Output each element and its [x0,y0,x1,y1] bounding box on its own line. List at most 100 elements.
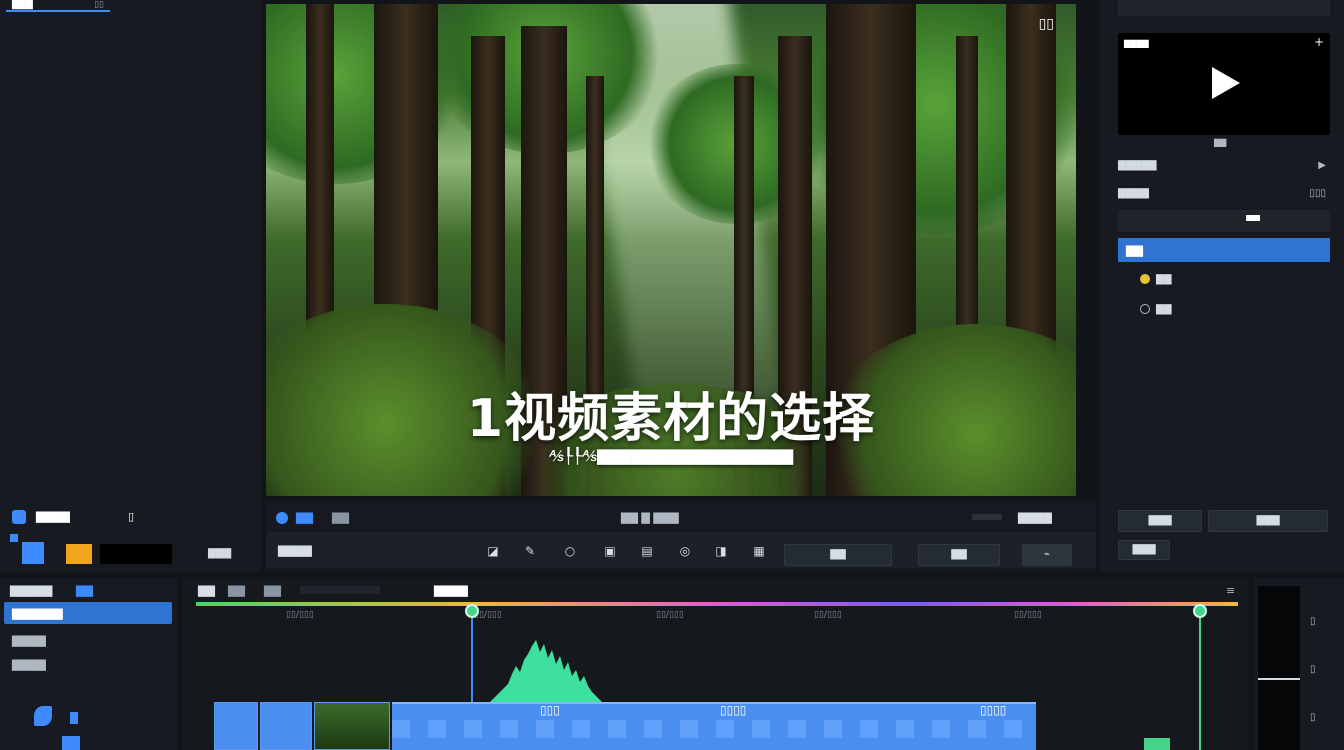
play-icon[interactable] [1212,67,1240,99]
timeline-title: ▇▇▇▇ [434,584,468,597]
track-list-header: ▇▇▇▇▇ [10,584,53,597]
blue-tile-icon[interactable] [22,542,44,564]
filter-icon[interactable]: ◎ [678,544,692,558]
footer-extra: ▇▇▇ [208,548,232,559]
ratio-label[interactable]: ▇▇▇▇ [1018,511,1052,524]
player-icon [276,512,288,524]
track-list-tab[interactable]: ▇▇ [76,584,93,597]
media-library-panel [0,0,262,572]
clock-icon [1140,304,1150,314]
slider-thumb[interactable] [1246,215,1260,221]
preview-title: 1视频素材的选择 [466,389,876,449]
blue-square-icon [10,534,18,542]
image-icon[interactable]: ▣ [603,544,617,558]
timeline-clip[interactable] [214,702,258,750]
playhead-handle[interactable] [465,604,479,618]
search-box[interactable] [1118,0,1330,16]
chapter-color-bar [196,602,1238,606]
track-tab-3[interactable]: ▇▇ [264,584,281,597]
forest-clip-thumbnail[interactable] [314,702,390,750]
clip-label: ▯▯▯▯ [720,703,747,717]
row2-value: ▯▯▯ [1309,188,1326,199]
library-footer: ▇▇▇▇ ▯ ▇▇▇ [8,508,258,568]
track-item-3[interactable]: ▇▇▇▇ [12,658,46,671]
marker-handle[interactable] [1193,604,1207,618]
clip-label: ▯▯▯▯ [980,703,1007,717]
timecode-label: ▇▇ ▇ ▇▇▇ [621,511,679,524]
clip-thumbnails [392,720,1036,738]
more-button[interactable]: ⌁ [1022,544,1072,566]
green-clip[interactable] [1144,738,1170,750]
blue-bar-icon [70,712,78,724]
ruler-label: ▯▯/▯▯▯ [286,610,314,620]
transform-control[interactable]: ▇▇ [784,544,892,566]
media-tab[interactable]: ▇▇▇ ▯▯ [6,0,110,12]
media-tab-badge: ▯▯ [94,0,104,10]
track-tab-2[interactable]: ▇▇ [228,584,245,597]
effect-item-selected[interactable]: ▇▇ [1118,238,1330,262]
footer-c-label: ▇▇▇ [1132,544,1156,555]
player-caption: ▇▇▇▇ [1124,39,1149,48]
ruler-label: ▯▯/▯▯▯ [656,610,684,620]
row1-label: ▇▇▇▇▇ [1118,160,1157,171]
footer-label: ▇▇▇▇ [36,510,70,523]
transform-label: ▇▇ [830,549,846,560]
row2-label: ▇▇▇▇ [1118,188,1149,199]
pen-icon[interactable]: ✎ [523,544,537,558]
ruler-label: ▯▯/▯▯▯ [814,610,842,620]
crop-icon[interactable]: ◪ [486,544,500,558]
tab-inactive[interactable]: ▇▇ [332,511,349,524]
yellow-tile-icon[interactable] [66,544,92,564]
cloud-icon [12,510,26,524]
effect-item-b[interactable]: ▇▇ [1140,304,1344,315]
audio-waveform [490,640,602,702]
menu-icon[interactable]: ≡ [1226,584,1235,597]
meter-tick: ▯ [1310,664,1316,675]
chevron-right-icon: ▶ [1318,160,1326,171]
footer-button-c[interactable]: ▇▇▇ [1118,540,1170,560]
inspector-row-2: ▇▇▇▇ ▯▯▯ [1118,188,1330,199]
split-button[interactable]: ▇▇ [918,544,1000,566]
track-item-active[interactable]: ▇▇▇▇▇▇ [4,602,172,624]
film-icon[interactable]: ▤ [640,544,654,558]
zoom-slider[interactable] [972,514,1002,520]
add-icon[interactable]: + [1314,35,1324,49]
preview-toolbar: ▇▇ ▇▇ ▇▇ ▇ ▇▇▇ ▇▇▇▇ ▇▇▇▇ ◪ ✎ ○ ▣ ▤ ◎ ◨ ▦… [266,500,1096,572]
effect-item-a[interactable]: ▇▇ [1140,274,1344,285]
mirror-icon[interactable]: ◨ [714,544,728,558]
audio-meter [1258,586,1300,750]
item-a-label: ▇▇ [1156,274,1172,285]
marker-line[interactable] [1199,606,1201,750]
footer-a-label: ▇▇▇ [1148,515,1172,526]
inspector-row-1[interactable]: ▇▇▇▇▇ ▶ [1118,160,1330,171]
yellow-dot-icon [1140,274,1150,284]
video-preview[interactable]: ▯▯ 1视频素材的选择 ⅍┞┞⅍▇▇▇▇▇▇▇▇▇▇▇▇▇▇▇▇▇ [266,4,1076,496]
grid-icon[interactable]: ▦ [752,544,766,558]
blue-tile-icon [62,736,80,750]
preview-subtitle: ⅍┞┞⅍▇▇▇▇▇▇▇▇▇▇▇▇▇▇▇▇▇ [548,447,794,465]
media-tab-label: ▇▇▇ [12,0,33,10]
playhead[interactable] [471,606,473,706]
audio-player[interactable]: ▇▇▇▇ + [1118,33,1330,135]
meter-tick: ▯ [1310,616,1316,627]
track-tab-1[interactable]: ▇▇ [198,584,215,597]
tab-active[interactable]: ▇▇ [296,511,313,524]
footer-b-label: ▇▇▇ [1256,515,1280,526]
circle-icon[interactable]: ○ [563,544,577,558]
footer-button-b[interactable]: ▇▇▇ [1208,510,1328,532]
split-label: ▇▇ [951,549,967,560]
timeline-search[interactable] [300,586,380,594]
black-tile[interactable] [100,544,172,564]
timeline-clip[interactable] [260,702,312,750]
active-item-label: ▇▇▇▇▇▇ [12,607,63,620]
level-slider[interactable] [1118,210,1330,232]
item-b-label: ▇▇ [1156,304,1172,315]
meter-level [1258,678,1300,680]
footer-button-a[interactable]: ▇▇▇ [1118,510,1202,532]
ruler-label: ▯▯/▯▯▯ [1014,610,1042,620]
clip-label: ▯▯▯ [540,703,560,717]
fit-label[interactable]: ▇▇▇▇ [278,544,312,557]
track-item-2[interactable]: ▇▇▇▇ [12,634,46,647]
footer-badge: ▯ [128,510,135,523]
leaf-icon [34,706,52,726]
